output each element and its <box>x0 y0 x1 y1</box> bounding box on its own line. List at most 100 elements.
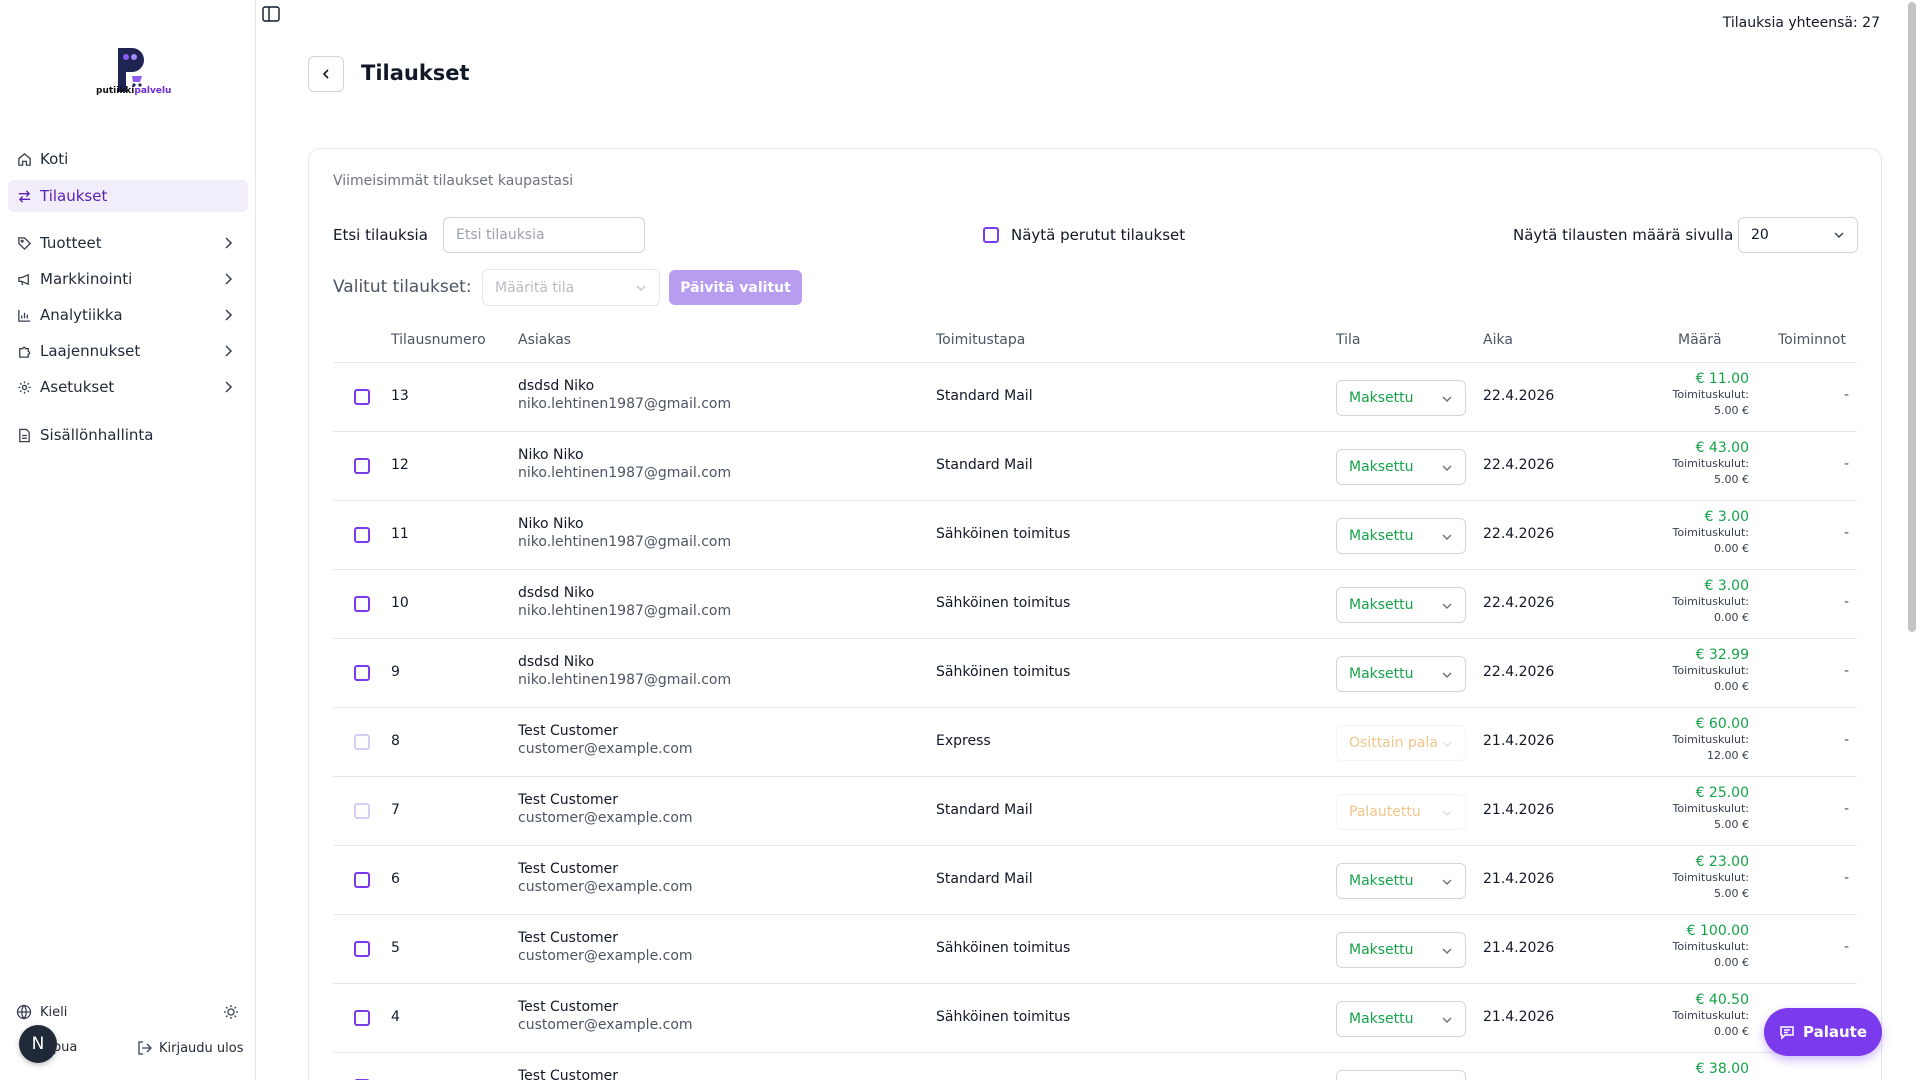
status-select[interactable]: Maksettu <box>1336 518 1466 554</box>
row-actions[interactable]: - <box>1844 594 1849 610</box>
sidebar-item-tilaukset[interactable]: Tilaukset <box>8 180 248 212</box>
order-date: 22.4.2026 <box>1483 457 1555 473</box>
row-select-checkbox[interactable] <box>354 803 370 819</box>
update-selected-button[interactable]: Päivitä valitut <box>669 270 802 305</box>
per-page-select[interactable]: 20 <box>1738 217 1858 253</box>
show-cancelled-checkbox[interactable] <box>983 227 999 243</box>
search-input[interactable] <box>443 217 645 253</box>
row-actions[interactable]: - <box>1844 732 1849 748</box>
status-select[interactable]: Maksettu <box>1336 1001 1466 1037</box>
sidebar-item-laajennukset[interactable]: Laajennukset <box>8 335 248 367</box>
shipping-cost-label: Toimituskulut: <box>1672 802 1749 815</box>
status-select[interactable]: Maksettu <box>1336 932 1466 968</box>
customer-email: customer@example.com <box>518 810 693 826</box>
row-actions[interactable]: - <box>1844 456 1849 472</box>
shipping-cost-label: Toimituskulut: <box>1672 526 1749 539</box>
sidebar-item-koti[interactable]: Koti <box>8 143 248 175</box>
sidebar-toggle-icon[interactable] <box>262 6 280 22</box>
column-header-actions: Toiminnot <box>1778 332 1846 348</box>
row-actions[interactable]: - <box>1844 801 1849 817</box>
row-select-checkbox[interactable] <box>354 458 370 474</box>
shipping-cost-value: 0.00 € <box>1714 1025 1749 1038</box>
row-select-checkbox[interactable] <box>354 1010 370 1026</box>
sidebar-item-analytiikka[interactable]: Analytiikka <box>8 299 248 331</box>
customer: Niko Niko niko.lehtinen1987@gmail.com <box>518 516 731 550</box>
shipping-cost-label: Toimituskulut: <box>1672 388 1749 401</box>
table-row[interactable]: 7 Test Customer customer@example.com Standa… <box>333 776 1857 845</box>
status-select[interactable]: Maksettu <box>1336 380 1466 416</box>
avatar[interactable]: N <box>19 1025 57 1063</box>
table-row[interactable]: 11 Niko Niko niko.lehtinen1987@gmail.com Sä… <box>333 500 1857 569</box>
order-amount: € 32.99 Toimituskulut: 0.00 € <box>1673 647 1749 695</box>
status-value: Maksettu <box>1349 1011 1414 1027</box>
sidebar-item-tuotteet[interactable]: Tuotteet <box>8 227 248 259</box>
shipping-method: Standard Mail <box>936 457 1033 473</box>
sidebar-item-label: Asetukset <box>40 378 115 396</box>
status-select[interactable]: Maksettu <box>1336 587 1466 623</box>
sidebar-item-label: Markkinointi <box>40 270 133 288</box>
scrollbar[interactable] <box>1908 2 1916 632</box>
status-value: Maksettu <box>1349 873 1414 889</box>
sidebar-item-label: Tuotteet <box>40 234 102 252</box>
row-select-checkbox[interactable] <box>354 527 370 543</box>
shipping-cost-label: Toimituskulut: <box>1672 664 1749 677</box>
row-select-checkbox[interactable] <box>354 596 370 612</box>
order-number: 10 <box>391 595 409 611</box>
language-selector[interactable]: Kieli <box>16 1004 67 1020</box>
row-actions[interactable]: - <box>1844 939 1849 955</box>
table-row[interactable]: 5 Test Customer customer@example.com Sähköi… <box>333 914 1857 983</box>
status-select[interactable] <box>1336 1070 1466 1080</box>
table-row[interactable]: 10 dsdsd Niko niko.lehtinen1987@gmail.com S… <box>333 569 1857 638</box>
chevron-down-icon <box>636 285 646 291</box>
order-number: 5 <box>391 940 400 956</box>
row-actions[interactable]: - <box>1844 525 1849 541</box>
status-select[interactable]: Maksettu <box>1336 449 1466 485</box>
table-row[interactable]: 12 Niko Niko niko.lehtinen1987@gmail.com St… <box>333 431 1857 500</box>
logout-button[interactable]: Kirjaudu ulos <box>137 1040 244 1056</box>
table-row[interactable]: 8 Test Customer customer@example.com Expres… <box>333 707 1857 776</box>
sidebar-item-label: Laajennukset <box>40 342 141 360</box>
assign-status-placeholder: Määritä tila <box>495 279 575 296</box>
table-row[interactable]: 6 Test Customer customer@example.com Standa… <box>333 845 1857 914</box>
row-select-checkbox[interactable] <box>354 941 370 957</box>
table-row[interactable]: 9 dsdsd Niko niko.lehtinen1987@gmail.com Sä… <box>333 638 1857 707</box>
logout-icon <box>138 1041 152 1055</box>
row-select-checkbox[interactable] <box>354 389 370 405</box>
sun-icon[interactable] <box>223 1004 239 1020</box>
table-row[interactable]: 4 Test Customer customer@example.com Sähköi… <box>333 983 1857 1052</box>
row-select-checkbox[interactable] <box>354 665 370 681</box>
column-header-customer: Asiakas <box>518 332 572 348</box>
sidebar-item-asetukset[interactable]: Asetukset <box>8 371 248 403</box>
status-select[interactable]: Maksettu <box>1336 656 1466 692</box>
status-select[interactable]: Osittain pala <box>1336 725 1466 761</box>
chevron-down-icon <box>1442 948 1452 954</box>
chevron-right-icon <box>225 309 233 321</box>
search-label: Etsi tilauksia <box>333 226 428 244</box>
back-button[interactable] <box>308 56 344 92</box>
customer-name: Niko Niko <box>518 447 584 463</box>
shipping-cost-value: 5.00 € <box>1714 404 1749 417</box>
feedback-button[interactable]: Palaute <box>1764 1008 1882 1056</box>
row-select-checkbox[interactable] <box>354 734 370 750</box>
chat-icon <box>1780 1026 1794 1040</box>
table-row[interactable]: Test Customer € 38.00 <box>333 1052 1857 1080</box>
row-actions[interactable]: - <box>1844 870 1849 886</box>
row-actions[interactable]: - <box>1844 387 1849 403</box>
row-select-checkbox[interactable] <box>354 872 370 888</box>
home-icon <box>16 151 32 167</box>
sidebar-item-markkinointi[interactable]: Markkinointi <box>8 263 248 295</box>
shipping-cost-value: 0.00 € <box>1714 542 1749 555</box>
show-cancelled-label: Näytä perutut tilaukset <box>1011 226 1186 244</box>
sidebar-item-sisallonhallinta[interactable]: Sisällönhallinta <box>8 419 248 451</box>
status-value: Osittain pala <box>1349 735 1438 751</box>
customer-name: dsdsd Niko <box>518 585 595 601</box>
assign-status-select[interactable]: Määritä tila <box>482 269 660 306</box>
status-select[interactable]: Maksettu <box>1336 863 1466 899</box>
status-select[interactable]: Palautettu <box>1336 794 1466 830</box>
customer: Test Customer customer@example.com <box>518 792 693 826</box>
order-amount: € 25.00 Toimituskulut: 5.00 € <box>1673 785 1749 833</box>
table-row[interactable]: 13 dsdsd Niko niko.lehtinen1987@gmail.com S… <box>333 362 1857 431</box>
shipping-cost-label: Toimituskulut: <box>1672 871 1749 884</box>
row-actions[interactable]: - <box>1844 663 1849 679</box>
shipping-method: Standard Mail <box>936 388 1033 404</box>
